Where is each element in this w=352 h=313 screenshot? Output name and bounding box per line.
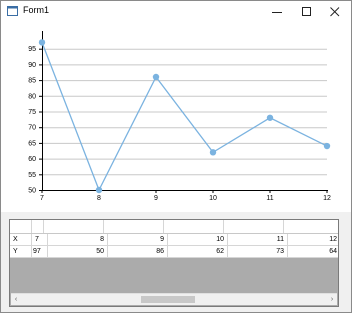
y-tick-label: 60 [28, 156, 36, 163]
row-header-y[interactable]: Y [10, 246, 32, 257]
x-tick-label: 8 [97, 195, 101, 202]
x-tick-label: 11 [266, 195, 273, 202]
data-point [209, 149, 217, 156]
x-tick-label: 10 [209, 195, 217, 202]
row-header-x[interactable]: X [10, 234, 32, 245]
grid-cell[interactable]: 10 [168, 234, 228, 245]
column-header[interactable] [164, 220, 224, 233]
grid-cell[interactable]: 97 [32, 246, 48, 257]
data-point [95, 186, 103, 194]
column-header[interactable] [32, 220, 44, 233]
y-tick-label: 65 [28, 140, 36, 147]
maximize-icon [302, 6, 311, 16]
x-tick-label: 9 [154, 195, 158, 202]
grid-cell[interactable]: 7 [32, 234, 48, 245]
grid-cell[interactable]: 62 [168, 246, 228, 257]
close-button[interactable] [321, 1, 349, 22]
grid-cell[interactable]: 64 [288, 246, 338, 257]
app-icon [7, 6, 18, 16]
grid-cell[interactable]: 11 [228, 234, 288, 245]
title-bar: Form1 [1, 1, 351, 22]
grid-cell[interactable]: 9 [108, 234, 168, 245]
y-tick-label: 75 [28, 109, 36, 116]
chart-area: 50 55 60 65 70 75 80 85 90 95 7 8 9 10 11 12 [1, 22, 351, 212]
y-tick-label: 80 [28, 93, 36, 100]
line-chart: 50 55 60 65 70 75 80 85 90 95 7 8 9 10 11 12 [28, 31, 331, 202]
y-tick-label: 95 [28, 46, 36, 53]
close-icon [330, 6, 340, 16]
column-header[interactable] [44, 220, 104, 233]
minimize-icon [272, 11, 282, 13]
y-tick-label: 55 [28, 172, 36, 179]
scroll-left-icon[interactable]: ‹ [11, 294, 21, 305]
grid-cell[interactable]: 12 [288, 234, 338, 245]
column-header[interactable] [284, 220, 338, 233]
window: Form1 50 55 60 65 70 75 80 85 90 95 7 8 9 10 11 12 X 7 … [0, 0, 352, 313]
window-title: Form1 [23, 5, 50, 15]
y-tick-label: 85 [28, 78, 36, 85]
column-header[interactable] [104, 220, 164, 233]
grid-cell[interactable]: 50 [48, 246, 108, 257]
data-grid: X 7 8 9 10 11 12 Y 97 50 86 62 73 64 ‹ › [9, 219, 339, 307]
data-point [323, 142, 331, 150]
x-tick-label: 12 [323, 195, 331, 202]
data-point [38, 39, 46, 46]
data-point [152, 73, 160, 81]
y-tick-label: 90 [28, 62, 36, 69]
grid-cell[interactable]: 73 [228, 246, 288, 257]
x-tick-label: 7 [40, 195, 44, 202]
column-header[interactable] [224, 220, 284, 233]
scrollbar-thumb[interactable] [141, 296, 195, 303]
table-row: Y 97 50 86 62 73 64 [10, 246, 338, 258]
minimize-button[interactable] [263, 1, 291, 22]
data-point [266, 114, 274, 121]
y-tick-label: 50 [28, 188, 36, 195]
grid-cell[interactable]: 8 [48, 234, 108, 245]
grid-header [10, 220, 338, 234]
table-row: X 7 8 9 10 11 12 [10, 234, 338, 246]
scroll-right-icon[interactable]: › [327, 294, 337, 305]
horizontal-scrollbar[interactable]: ‹ › [11, 293, 337, 305]
grid-corner [10, 220, 32, 233]
maximize-button[interactable] [293, 1, 321, 22]
y-tick-label: 70 [28, 125, 36, 132]
grid-cell[interactable]: 86 [108, 246, 168, 257]
